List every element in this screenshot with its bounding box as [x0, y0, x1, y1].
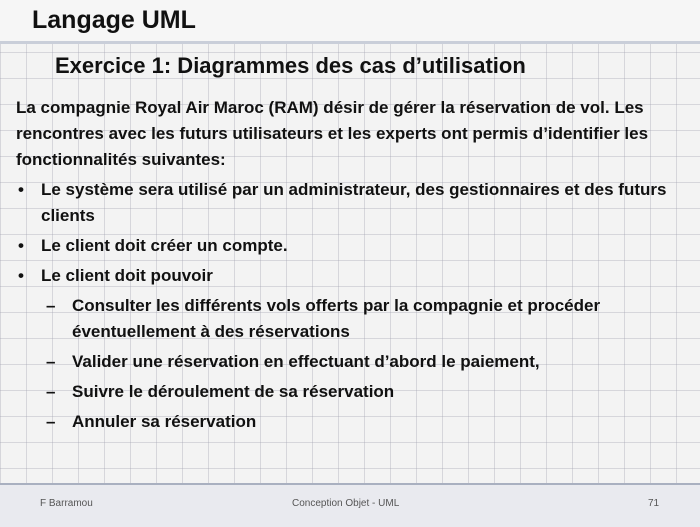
slide-subtitle: Exercice 1: Diagrammes des cas d’utilisa…	[55, 53, 526, 78]
bullet-item: • Le client doit pouvoir	[16, 263, 686, 289]
slide-content: La compagnie Royal Air Maroc (RAM) désir…	[16, 95, 686, 435]
dash-marker: –	[46, 382, 56, 401]
slide-title: Langage UML	[32, 6, 196, 34]
sub-bullet-text: Annuler sa réservation	[72, 412, 257, 431]
dash-marker: –	[46, 352, 56, 371]
bullet-text: Le système sera utilisé par un administr…	[41, 180, 667, 225]
sub-bullet-list: – Consulter les différents vols offerts …	[16, 293, 686, 435]
footer-course-title: Conception Objet - UML	[292, 498, 400, 509]
bullet-marker: •	[18, 180, 24, 199]
dash-marker: –	[46, 412, 56, 431]
bullet-item: • Le système sera utilisé par un adminis…	[16, 177, 686, 229]
bullet-marker: •	[18, 236, 24, 255]
header-divider	[0, 41, 700, 44]
intro-paragraph: La compagnie Royal Air Maroc (RAM) désir…	[16, 98, 649, 169]
sub-bullet-text: Consulter les différents vols offerts pa…	[72, 296, 601, 341]
sub-bullet-text: Valider une réservation en effectuant d’…	[72, 352, 540, 371]
sub-bullet-text: Suivre le déroulement de sa réservation	[72, 382, 395, 401]
footer-author: F Barramou	[40, 498, 93, 509]
sub-bullet-item: – Suivre le déroulement de sa réservatio…	[16, 379, 686, 405]
sub-bullet-item: – Annuler sa réservation	[16, 409, 686, 435]
sub-bullet-item: – Consulter les différents vols offerts …	[16, 293, 686, 345]
page-number: 71	[648, 498, 660, 509]
sub-bullet-item: – Valider une réservation en effectuant …	[16, 349, 686, 375]
bullet-text: Le client doit pouvoir	[41, 266, 213, 285]
slide-footer: F Barramou Conception Objet - UML 71	[0, 483, 700, 527]
bullet-item: • Le client doit créer un compte.	[16, 233, 686, 259]
bullet-text: Le client doit créer un compte.	[41, 236, 288, 255]
bullet-marker: •	[18, 266, 24, 285]
slide-header: Langage UML	[0, 0, 700, 42]
dash-marker: –	[46, 296, 56, 315]
